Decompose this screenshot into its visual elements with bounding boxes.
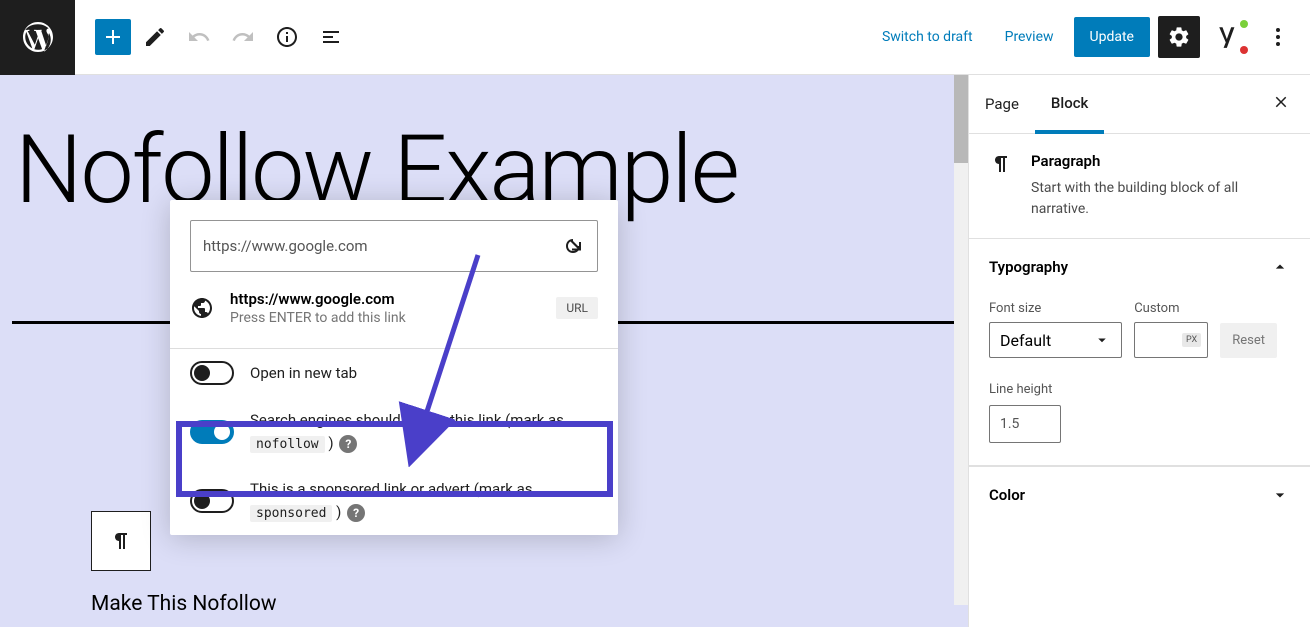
settings-sidebar: Page Block Paragraph Start with the buil… (968, 75, 1310, 627)
wordpress-logo[interactable] (0, 0, 75, 75)
block-toolbar (91, 511, 151, 571)
toggle-nofollow[interactable] (190, 420, 234, 444)
editor-canvas[interactable]: Nofollow Example Make This Nofollow htt (0, 75, 968, 627)
link-popover: https://www.google.com Press ENTER to ad… (170, 200, 618, 535)
block-info-desc: Start with the building block of all nar… (1031, 178, 1290, 220)
help-icon[interactable]: ? (339, 435, 357, 453)
block-info: Paragraph Start with the building block … (969, 134, 1310, 238)
chevron-down-icon (1270, 485, 1290, 505)
toggle-sponsored-label: This is a sponsored link or advert (mark… (250, 478, 598, 523)
paragraph-icon (989, 152, 1013, 176)
typography-panel: Typography Font size Default Custom (969, 238, 1310, 466)
help-icon[interactable]: ? (347, 504, 365, 522)
submit-link-icon[interactable] (561, 234, 585, 258)
list-view-button[interactable] (311, 17, 351, 57)
link-url-input[interactable] (203, 237, 561, 255)
paragraph-block-text[interactable]: Make This Nofollow (91, 592, 277, 616)
reset-font-size-button[interactable]: Reset (1220, 323, 1277, 358)
toggle-open-new-tab-row: Open in new tab (170, 349, 618, 397)
edit-mode-button[interactable] (135, 17, 175, 57)
line-height-input[interactable]: 1.5 (989, 405, 1061, 443)
block-info-title: Paragraph (1031, 152, 1290, 170)
link-suggestion-title: https://www.google.com (230, 290, 540, 308)
more-options-button[interactable] (1258, 17, 1298, 57)
toggle-sponsored[interactable] (190, 489, 234, 513)
font-size-label: Font size (989, 301, 1122, 316)
close-sidebar-button[interactable] (1252, 75, 1310, 133)
font-size-select[interactable]: Default (989, 322, 1122, 358)
toggle-nofollow-row: Search engines should ignore this link (… (170, 397, 618, 466)
tab-page[interactable]: Page (969, 77, 1035, 131)
url-badge: URL (556, 297, 598, 319)
tab-block[interactable]: Block (1035, 76, 1104, 134)
block-type-paragraph-button[interactable] (92, 512, 150, 570)
chevron-up-icon (1270, 257, 1290, 277)
scrollbar-thumb[interactable] (954, 75, 968, 163)
typography-panel-header[interactable]: Typography (969, 239, 1310, 295)
custom-size-input[interactable]: PX (1134, 322, 1208, 358)
link-suggestion-sub: Press ENTER to add this link (230, 310, 540, 326)
link-suggestion-row[interactable]: https://www.google.com Press ENTER to ad… (170, 272, 618, 348)
switch-to-draft-button[interactable]: Switch to draft (870, 21, 985, 53)
yoast-seo-button[interactable] (1208, 16, 1250, 58)
info-button[interactable] (267, 17, 307, 57)
redo-button[interactable] (223, 17, 263, 57)
add-block-button[interactable] (95, 19, 131, 55)
editor-toolbar: Switch to draft Preview Update (0, 0, 1310, 75)
toggle-open-new-tab-label: Open in new tab (250, 362, 357, 385)
toggle-nofollow-label: Search engines should ignore this link (… (250, 409, 598, 454)
toggle-sponsored-row: This is a sponsored link or advert (mark… (170, 466, 618, 535)
update-button[interactable]: Update (1074, 17, 1150, 57)
link-url-input-wrap (190, 220, 598, 272)
chevron-down-icon (1093, 331, 1111, 349)
globe-icon (190, 296, 214, 320)
undo-button[interactable] (179, 17, 219, 57)
color-panel-header[interactable]: Color (969, 466, 1310, 523)
custom-size-label: Custom (1134, 301, 1208, 316)
line-height-label: Line height (989, 382, 1290, 397)
settings-button[interactable] (1158, 16, 1200, 58)
scrollbar-track (954, 75, 968, 605)
toggle-open-new-tab[interactable] (190, 361, 234, 385)
preview-button[interactable]: Preview (993, 21, 1066, 53)
